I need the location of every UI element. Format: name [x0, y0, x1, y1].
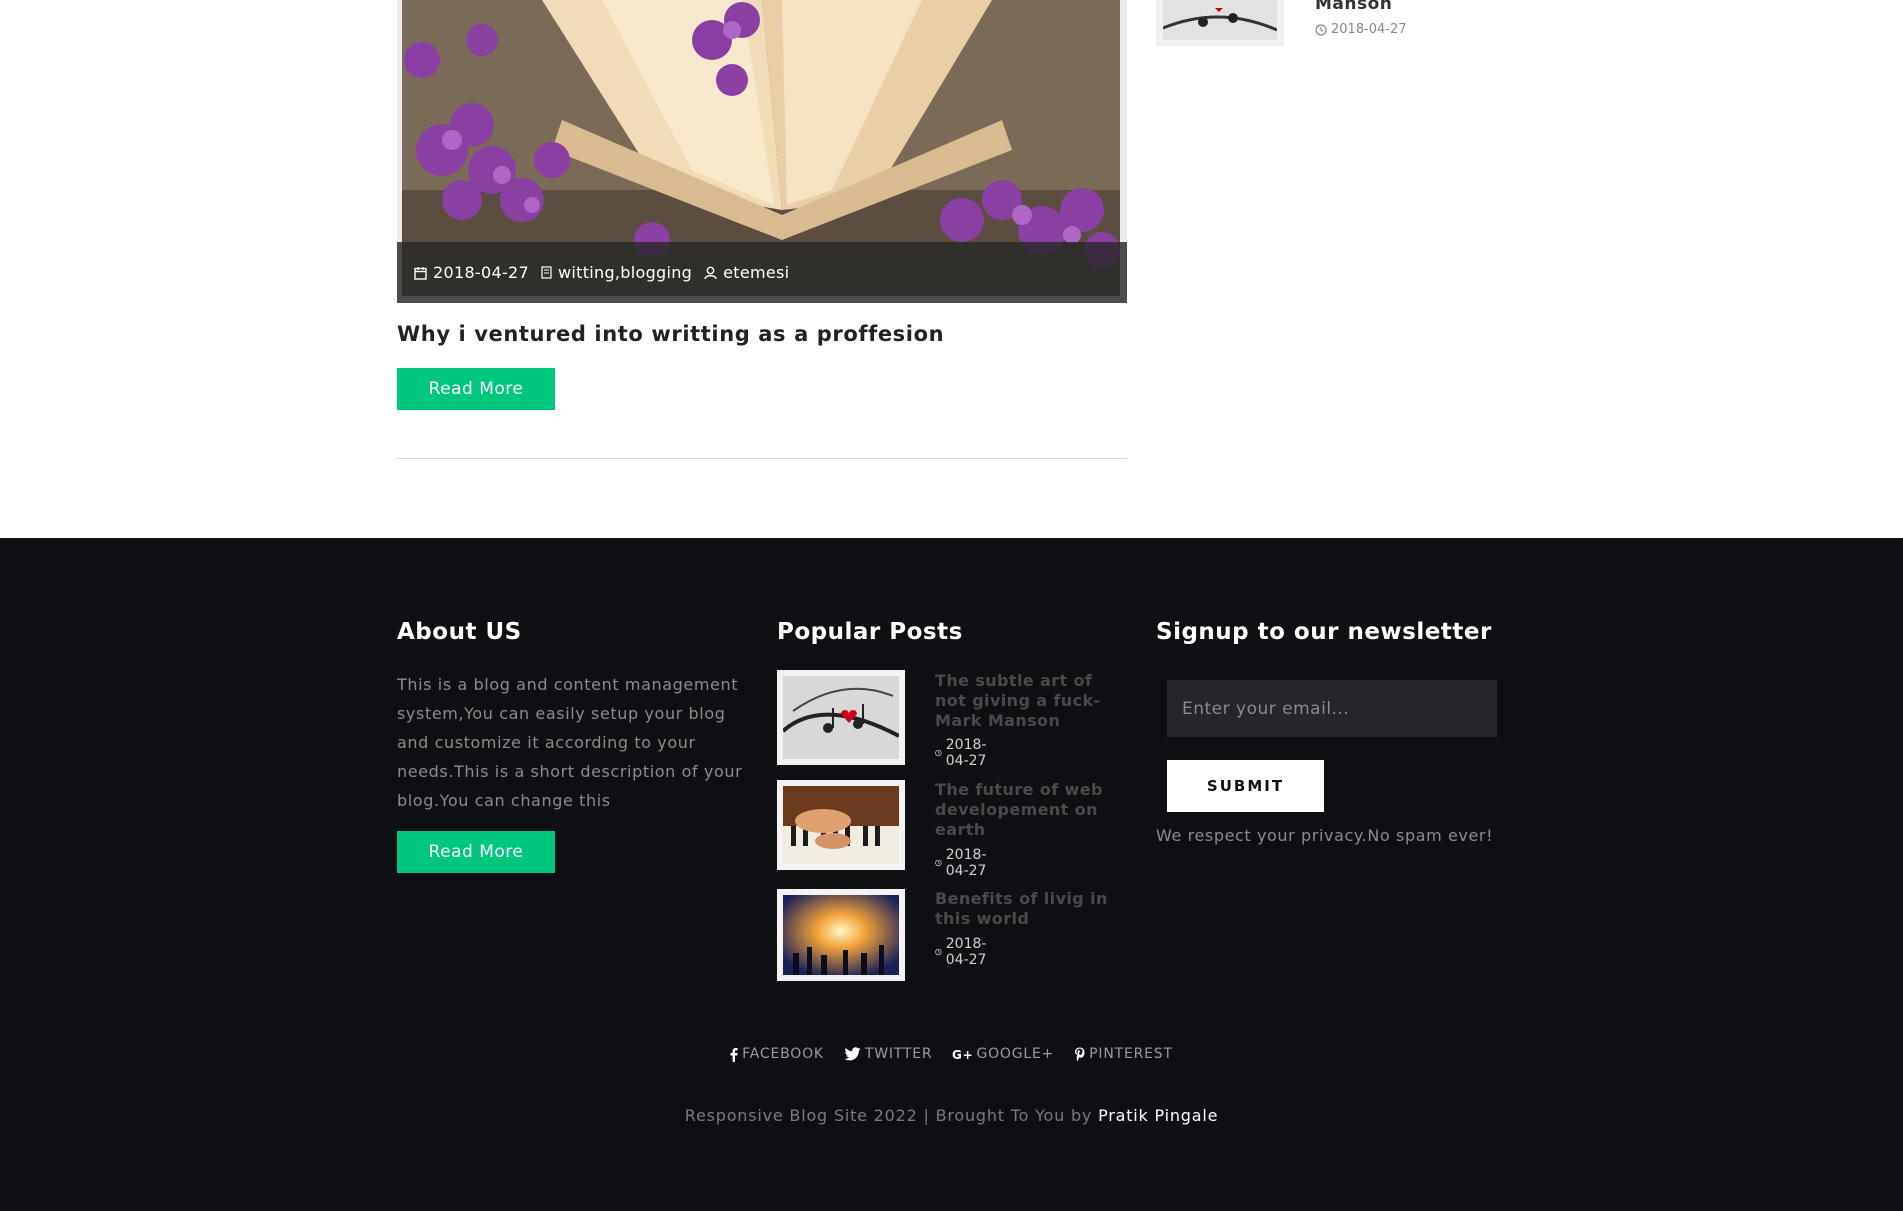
popular-post-date-text: 2018-04-27 — [945, 737, 987, 769]
copyright-text: Responsive Blog Site 2022 | Brought To Y… — [684, 1106, 1093, 1125]
popular-post-date: 2018-04-27 — [935, 737, 992, 769]
sidebar-post-thumbnail[interactable] — [1156, 0, 1284, 46]
about-read-more-button[interactable]: Read More — [397, 831, 555, 873]
pinterest-label[interactable]: PINTEREST — [1089, 1046, 1173, 1062]
tag-icon — [541, 266, 552, 279]
popular-post-title[interactable]: Benefits of livig in this world — [935, 889, 1125, 929]
post-author[interactable]: etemesi — [704, 263, 789, 282]
about-heading: About US — [397, 619, 522, 645]
sidebar-post-date: 2018-04-27 — [1315, 22, 1407, 37]
facebook-icon — [730, 1047, 738, 1062]
newsletter-email-field[interactable] — [1167, 680, 1497, 737]
post-title[interactable]: Why i ventured into writting as a proffe… — [397, 322, 944, 346]
clock-icon — [935, 948, 942, 956]
pinterest-link[interactable]: PINTEREST — [1074, 1046, 1173, 1062]
pinterest-icon — [1075, 1047, 1085, 1061]
clock-icon — [935, 749, 942, 757]
popular-post-date-text: 2018-04-27 — [945, 936, 987, 968]
popular-post-title[interactable]: The subtle art of not giving a fuck-Mark… — [935, 671, 1125, 731]
post-tags-text[interactable]: witting,blogging — [558, 263, 692, 282]
calendar-icon — [414, 266, 427, 280]
popular-post-thumbnail[interactable] — [777, 889, 905, 981]
post-date-text: 2018-04-27 — [433, 263, 529, 282]
google-plus-label[interactable]: GOOGLE+ — [976, 1046, 1054, 1062]
post-author-text[interactable]: etemesi — [723, 263, 789, 282]
svg-text:G+: G+ — [952, 1048, 972, 1061]
sidebar-post-title[interactable]: Manson — [1315, 0, 1392, 14]
popular-posts-heading: Popular Posts — [777, 619, 963, 645]
user-icon — [704, 266, 717, 279]
clock-icon — [935, 859, 942, 867]
twitter-icon — [844, 1047, 861, 1061]
copyright-author-link[interactable]: Pratik Pingale — [1098, 1106, 1218, 1125]
music-notes-image — [783, 676, 899, 759]
popular-post-date: 2018-04-27 — [935, 936, 992, 968]
post-tags[interactable]: witting,blogging — [541, 263, 692, 282]
concert-image — [783, 895, 899, 975]
twitter-label[interactable]: TWITTER — [865, 1046, 933, 1062]
featured-post-image-frame[interactable]: 2018-04-27 witting,blogging etemesi — [397, 0, 1127, 303]
piano-image — [783, 786, 899, 864]
google-plus-icon: G+ — [952, 1048, 972, 1061]
post-meta-bar: 2018-04-27 witting,blogging etemesi — [397, 242, 1127, 303]
post-divider — [397, 458, 1127, 459]
newsletter-heading: Signup to our newsletter — [1156, 619, 1492, 645]
facebook-label[interactable]: FACEBOOK — [742, 1046, 824, 1062]
social-links: FACEBOOK TWITTER G+ GOOGLE+ PINTEREST — [0, 1046, 1903, 1062]
about-text: This is a blog and content management sy… — [397, 675, 743, 810]
popular-post-title[interactable]: The future of web developement on earth — [935, 780, 1125, 840]
popular-post-thumbnail[interactable] — [777, 780, 905, 870]
newsletter-privacy-note: We respect your privacy.No spam ever! — [1156, 826, 1494, 845]
copyright: Responsive Blog Site 2022 | Brought To Y… — [0, 1106, 1903, 1125]
read-more-button[interactable]: Read More — [397, 368, 555, 410]
popular-post-date-text: 2018-04-27 — [945, 847, 987, 879]
google-plus-link[interactable]: G+ GOOGLE+ — [952, 1046, 1054, 1062]
newsletter-submit-button[interactable]: SUBMIT — [1167, 760, 1324, 812]
popular-post-date: 2018-04-27 — [935, 847, 992, 879]
post-date: 2018-04-27 — [414, 263, 529, 282]
clock-icon — [1315, 23, 1327, 36]
twitter-link[interactable]: TWITTER — [844, 1046, 933, 1062]
music-notes-image — [1163, 0, 1277, 40]
popular-post-thumbnail[interactable] — [777, 670, 905, 765]
facebook-link[interactable]: FACEBOOK — [730, 1046, 824, 1062]
sidebar-post-date-text: 2018-04-27 — [1331, 22, 1407, 37]
